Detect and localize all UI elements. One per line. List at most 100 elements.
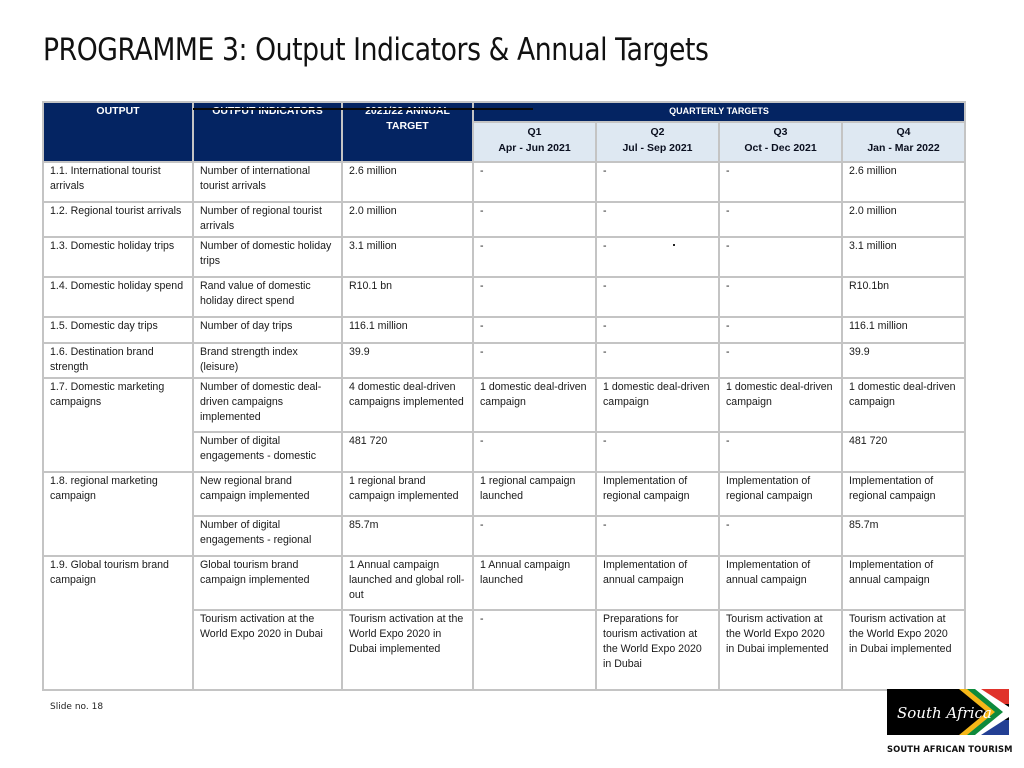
header-q1-period: Apr - Jun 2021 [498, 142, 571, 154]
q4-cell: 85.7m [840, 515, 967, 557]
header-q3-period: Oct - Dec 2021 [744, 142, 817, 154]
output-cell: 1.1. International tourist arrivals [42, 161, 194, 203]
table-row: 1.5. Domestic day trips Number of day tr… [42, 316, 967, 344]
header-q1: Q1 Apr - Jun 2021 [472, 121, 597, 163]
q2-cell: Implementation of regional campaign [595, 471, 720, 517]
annual-target-cell: 1 regional brand campaign implemented [341, 471, 474, 517]
header-divider-line [193, 108, 533, 110]
q4-cell: 1 domestic deal-driven campaign [840, 377, 967, 433]
annual-target-cell: 116.1 million [341, 316, 474, 344]
q2-cell: 1 domestic deal-driven campaign [595, 377, 720, 433]
table-row: 1.9. Global tourism brand campaign Globa… [42, 555, 967, 691]
q1-cell: - [472, 316, 597, 344]
annual-target-cell: 2.6 million [341, 161, 474, 203]
q1-cell: 1 Annual campaign launched [472, 555, 597, 611]
q3-cell: - [718, 161, 843, 203]
header-annual-target: 2021/22 ANNUAL TARGET [341, 101, 474, 163]
indicator-cell: Rand value of domestic holiday direct sp… [192, 276, 343, 318]
q2-cell: - [595, 276, 720, 318]
indicator-cell: Number of digital engagements - domestic [192, 431, 343, 473]
q4-cell: 481 720 [840, 431, 967, 473]
table-row: 1.2. Regional tourist arrivals Number of… [42, 201, 967, 238]
logo-text: South Africa [897, 704, 992, 722]
q3-cell: Tourism activation at the World Expo 202… [718, 609, 843, 691]
output-cell: 1.7. Domestic marketing campaigns [42, 377, 194, 473]
indicator-cell: Number of international tourist arrivals [192, 161, 343, 203]
q4-cell: 2.6 million [840, 161, 967, 203]
header-q3: Q3 Oct - Dec 2021 [718, 121, 843, 163]
header-q4: Q4 Jan - Mar 2022 [840, 121, 967, 163]
indicator-cell: Number of domestic deal-driven campaigns… [192, 377, 343, 433]
q1-cell: 1 domestic deal-driven campaign [472, 377, 597, 433]
q1-cell: 1 regional campaign launched [472, 471, 597, 517]
annual-target-cell: 39.9 [341, 342, 474, 379]
q1-cell: - [472, 342, 597, 379]
indicator-cell: Number of regional tourist arrivals [192, 201, 343, 238]
q4-cell: 116.1 million [840, 316, 967, 344]
q4-cell: Implementation of annual campaign [840, 555, 967, 611]
q3-cell: - [718, 342, 843, 379]
q4-cell: Tourism activation at the World Expo 202… [840, 609, 967, 691]
q1-cell: - [472, 236, 597, 278]
q2-cell: - [595, 342, 720, 379]
output-cell: 1.8. regional marketing campaign [42, 471, 194, 557]
output-cell: 1.9. Global tourism brand campaign [42, 555, 194, 691]
indicator-cell: Number of digital engagements - regional [192, 515, 343, 557]
q1-cell: - [472, 431, 597, 473]
q1-cell: - [472, 609, 597, 691]
annual-target-cell: 3.1 million [341, 236, 474, 278]
q3-cell: - [718, 236, 843, 278]
annual-target-cell: R10.1 bn [341, 276, 474, 318]
q3-cell: Implementation of annual campaign [718, 555, 843, 611]
q2-cell: - [595, 236, 720, 278]
q3-cell: 1 domestic deal-driven campaign [718, 377, 843, 433]
q3-cell: - [718, 276, 843, 318]
header-q1-label: Q1 [527, 126, 542, 138]
q2-cell: - [595, 161, 720, 203]
header-quarterly-targets: QUARTERLY TARGETS [471, 101, 967, 123]
indicator-cell: Global tourism brand campaign implemente… [192, 555, 343, 611]
header-q3-label: Q3 [773, 126, 788, 138]
q1-cell: - [472, 201, 597, 238]
q2-cell: - [595, 515, 720, 557]
q4-cell: Implementation of regional campaign [840, 471, 967, 517]
annual-target-cell: 481 720 [341, 431, 474, 473]
header-q2: Q2 Jul - Sep 2021 [595, 121, 720, 163]
output-cell: 1.5. Domestic day trips [42, 316, 194, 344]
indicator-cell: Tourism activation at the World Expo 202… [192, 609, 343, 691]
table-row: 1.8. regional marketing campaign New reg… [42, 471, 967, 557]
annual-target-cell: 2.0 million [341, 201, 474, 238]
q4-cell: R10.1bn [840, 276, 967, 318]
table-row: 1.7. Domestic marketing campaigns Number… [42, 377, 967, 473]
q4-cell: 2.0 million [840, 201, 967, 238]
organization-name: SOUTH AFRICAN TOURISM [887, 744, 1013, 754]
annual-target-cell: 1 Annual campaign launched and global ro… [341, 555, 474, 611]
output-cell: 1.4. Domestic holiday spend [42, 276, 194, 318]
indicator-cell: New regional brand campaign implemented [192, 471, 343, 517]
annual-target-cell: 85.7m [341, 515, 474, 557]
indicator-cell: Number of domestic holiday trips [192, 236, 343, 278]
indicator-cell: Brand strength index (leisure) [192, 342, 343, 379]
table-row: 1.4. Domestic holiday spend Rand value o… [42, 276, 967, 318]
q3-cell: Implementation of regional campaign [718, 471, 843, 517]
q4-cell: 3.1 million [840, 236, 967, 278]
indicator-cell: Number of day trips [192, 316, 343, 344]
q4-cell: 39.9 [840, 342, 967, 379]
annual-target-cell: 4 domestic deal-driven campaigns impleme… [341, 377, 474, 433]
q2-cell: - [595, 201, 720, 238]
output-cell: 1.3. Domestic holiday trips [42, 236, 194, 278]
header-output: OUTPUT [42, 101, 194, 163]
annual-target-cell: Tourism activation at the World Expo 202… [341, 609, 474, 691]
output-cell: 1.2. Regional tourist arrivals [42, 201, 194, 238]
header-q2-period: Jul - Sep 2021 [622, 142, 693, 154]
q3-cell: - [718, 431, 843, 473]
q3-cell: - [718, 201, 843, 238]
q2-cell: - [595, 431, 720, 473]
table-row: 1.1. International tourist arrivals Numb… [42, 161, 967, 203]
header-q4-label: Q4 [896, 126, 911, 138]
q3-cell: - [718, 515, 843, 557]
q3-cell: - [718, 316, 843, 344]
header-output-indicators: OUTPUT INDICATORS [192, 101, 343, 163]
slide-number: Slide no. 18 [50, 702, 104, 712]
output-cell: 1.6. Destination brand strength [42, 342, 194, 379]
